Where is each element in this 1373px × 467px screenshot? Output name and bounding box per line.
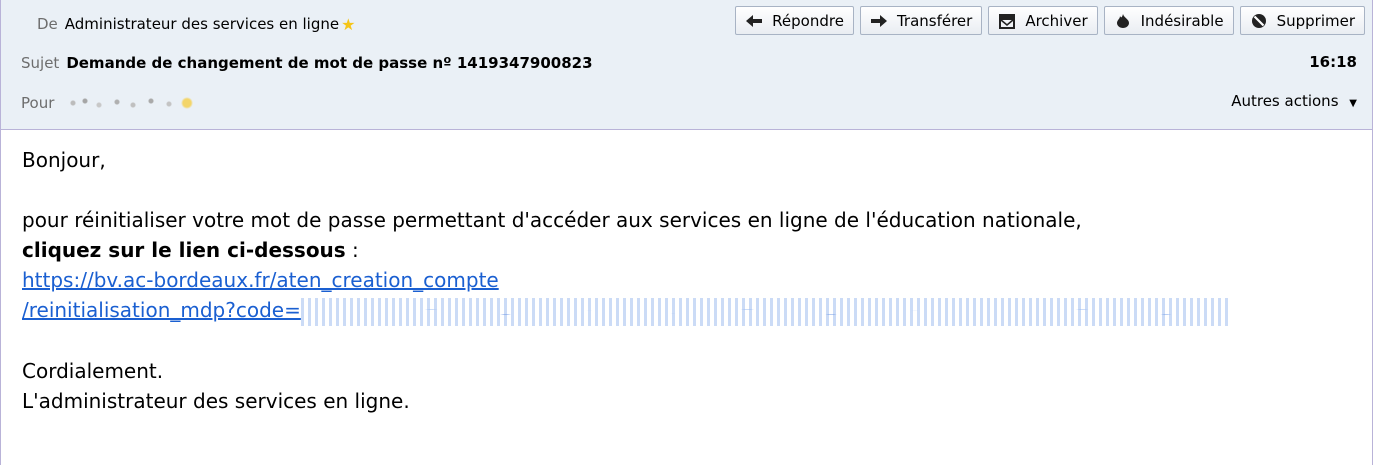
subject-label: Sujet xyxy=(21,54,60,72)
greeting: Bonjour, xyxy=(22,148,106,172)
delete-button[interactable]: Supprimer xyxy=(1239,6,1365,35)
cta-bold: cliquez sur le lien ci-dessous xyxy=(22,238,346,262)
closing: Cordialement. xyxy=(22,358,164,383)
email-window: De Administrateur des services en ligne … xyxy=(0,0,1373,465)
no-entry-icon xyxy=(1251,13,1266,28)
forward-button[interactable]: Transférer xyxy=(859,6,983,35)
more-actions-label: Autres actions xyxy=(1231,92,1339,110)
recipient-redacted[interactable] xyxy=(65,96,199,110)
forward-label: Transférer xyxy=(896,11,973,30)
body-line: pour réinitialiser votre mot de passe pe… xyxy=(22,208,1082,232)
message-body: Bonjour, pour réinitialiser votre mot de… xyxy=(22,145,1352,416)
reset-link-line2[interactable]: /reinitialisation_mdp?code= xyxy=(22,298,301,322)
subject-row: Sujet Demande de changement de mot de pa… xyxy=(21,48,593,78)
reply-icon xyxy=(746,14,763,27)
cta-suffix: : xyxy=(345,238,359,262)
star-icon[interactable]: ★ xyxy=(341,15,355,34)
reply-label: Répondre xyxy=(772,11,844,30)
junk-label: Indésirable xyxy=(1140,11,1224,30)
reply-button[interactable]: Répondre xyxy=(735,6,854,35)
archive-label: Archiver xyxy=(1025,11,1088,30)
to-label: Pour xyxy=(21,94,55,112)
reset-link-line1[interactable]: https://bv.ac-bordeaux.fr/aten_creation_… xyxy=(22,268,499,292)
message-time: 16:18 xyxy=(1309,53,1357,71)
archive-icon xyxy=(999,13,1016,29)
forward-icon xyxy=(870,14,887,27)
signature: L'administrateur des services en ligne. xyxy=(22,388,410,413)
from-row: De Administrateur des services en ligne … xyxy=(37,9,355,39)
redacted-code xyxy=(300,297,1231,326)
from-label: De xyxy=(37,15,58,33)
archive-button[interactable]: Archiver xyxy=(988,6,1098,35)
message-header: De Administrateur des services en ligne … xyxy=(1,0,1372,130)
flame-icon xyxy=(1116,13,1129,28)
junk-button[interactable]: Indésirable xyxy=(1103,6,1234,35)
more-actions-menu[interactable]: Autres actions ▼ xyxy=(1231,92,1357,110)
subject-text: Demande de changement de mot de passe nº… xyxy=(66,54,593,72)
dropdown-arrow-icon: ▼ xyxy=(1349,98,1357,109)
message-toolbar: Répondre Transférer Archiver Indésirable… xyxy=(735,6,1365,35)
to-row: Pour xyxy=(21,88,199,118)
sender-name[interactable]: Administrateur des services en ligne xyxy=(65,15,339,33)
call-to-action: cliquez sur le lien ci-dessous : xyxy=(22,235,1352,265)
delete-label: Supprimer xyxy=(1276,11,1355,30)
